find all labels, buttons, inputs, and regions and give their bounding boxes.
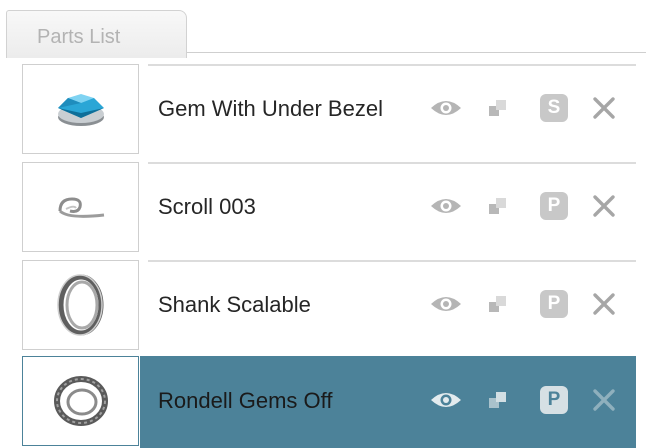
part-row[interactable]: Gem With Under Bezel S <box>0 64 646 156</box>
part-type-badge[interactable]: P <box>536 382 572 418</box>
part-row[interactable]: Scroll 003 P <box>0 162 646 254</box>
badge-label: P <box>540 290 568 318</box>
remove-part-button[interactable] <box>586 188 622 224</box>
remove-part-button[interactable] <box>586 286 622 322</box>
part-thumbnail[interactable] <box>22 64 139 154</box>
part-name: Rondell Gems Off <box>158 388 333 413</box>
row-divider <box>148 64 636 66</box>
close-icon <box>593 293 615 315</box>
eye-icon <box>431 199 461 213</box>
layer-icon <box>489 392 506 408</box>
eye-icon <box>431 297 461 311</box>
ring-shank-thumbnail <box>56 274 103 336</box>
tab-strip: Parts List <box>0 0 646 58</box>
scroll-thumbnail <box>58 197 104 218</box>
remove-part-button[interactable] <box>586 382 622 418</box>
tab-parts-list[interactable]: Parts List <box>6 10 187 58</box>
gem-bezel-thumbnail <box>57 94 104 126</box>
visibility-toggle[interactable] <box>428 188 464 224</box>
close-icon <box>593 389 615 411</box>
part-thumbnail[interactable] <box>22 260 139 350</box>
part-thumbnail[interactable] <box>22 162 139 252</box>
visibility-toggle[interactable] <box>428 286 464 322</box>
badge-label: P <box>540 386 568 414</box>
close-icon <box>593 195 615 217</box>
tab-baseline <box>186 52 646 53</box>
badge-label: P <box>540 192 568 220</box>
part-name: Scroll 003 <box>158 194 256 219</box>
eye-icon <box>431 101 461 115</box>
part-type-badge[interactable]: P <box>536 286 572 322</box>
part-type-badge[interactable]: P <box>536 188 572 224</box>
badge-label: S <box>540 94 568 122</box>
part-type-badge[interactable]: S <box>536 90 572 126</box>
layer-button[interactable] <box>480 286 516 322</box>
part-name: Shank Scalable <box>158 292 311 317</box>
visibility-toggle[interactable] <box>428 90 464 126</box>
visibility-toggle[interactable] <box>428 382 464 418</box>
layer-icon <box>489 100 506 116</box>
remove-part-button[interactable] <box>586 90 622 126</box>
layer-icon <box>489 198 506 214</box>
layer-button[interactable] <box>480 90 516 126</box>
layer-button[interactable] <box>480 188 516 224</box>
rondell-thumbnail <box>53 376 108 426</box>
part-row[interactable]: Shank Scalable P <box>0 260 646 352</box>
part-thumbnail[interactable] <box>22 356 139 446</box>
tab-label: Parts List <box>37 26 121 48</box>
row-divider <box>148 162 636 164</box>
row-divider <box>148 260 636 262</box>
eye-icon <box>431 393 461 407</box>
layer-icon <box>489 296 506 312</box>
part-row-selected[interactable]: Rondell Gems Off P <box>0 356 646 448</box>
close-icon <box>593 97 615 119</box>
layer-button[interactable] <box>480 382 516 418</box>
part-name: Gem With Under Bezel <box>158 96 383 121</box>
